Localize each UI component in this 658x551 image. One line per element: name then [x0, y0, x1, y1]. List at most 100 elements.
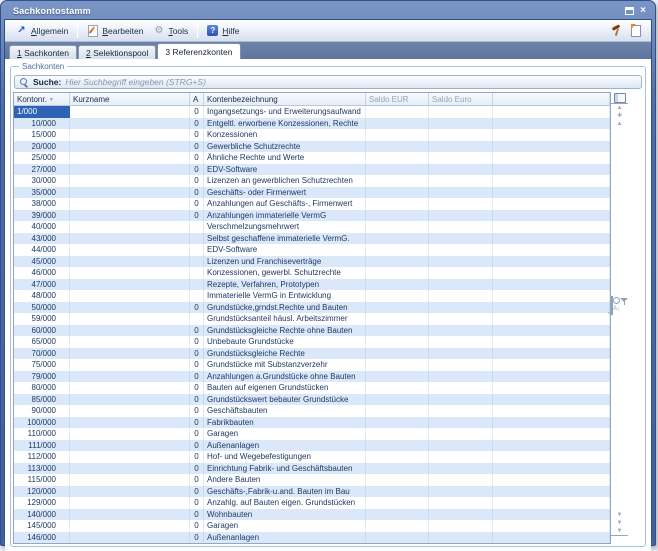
column-header-a[interactable]: A	[190, 93, 204, 105]
tab-sachkonten[interactable]: 1 Sachkonten	[9, 45, 77, 59]
cell-kontonr[interactable]: 140/000	[14, 508, 70, 520]
cell-kontonr[interactable]: 38/000	[14, 198, 70, 210]
cell-kontonr[interactable]: 50/000	[14, 301, 70, 313]
table-row[interactable]: 113/000 0 Einrichtung Fabrik- und Geschäft…	[14, 462, 610, 474]
restore-icon[interactable]	[625, 7, 635, 15]
table-row[interactable]: 60/000 0 Grundstücksgleiche Rechte ohne Ba…	[14, 324, 610, 336]
cell-kontonr[interactable]: 43/000	[14, 232, 70, 244]
table-row[interactable]: 47/000 Rezepte, Verfahren, Prototypen	[14, 278, 610, 290]
table-row[interactable]: 79/000 0 Anzahlungen a.Grundstücke ohne Ba…	[14, 370, 610, 382]
table-row[interactable]: 140/000 0 Wohnbauten	[14, 508, 610, 520]
cell-kontonr[interactable]: 47/000	[14, 278, 70, 290]
cell-kontonr[interactable]: 27/000	[14, 163, 70, 175]
new-document-icon[interactable]	[631, 23, 641, 37]
cell-kontonr[interactable]: 60/000	[14, 324, 70, 336]
cell-kontonr[interactable]: 1/000	[14, 106, 70, 118]
cell-kontonr[interactable]: 120/000	[14, 485, 70, 497]
tools-button[interactable]: Tools	[148, 23, 193, 38]
table-row[interactable]: 43/000 Selbst geschaffene immaterielle Ve…	[14, 232, 610, 244]
cell-kontonr[interactable]: 45/000	[14, 255, 70, 267]
cell-kontonr[interactable]: 65/000	[14, 336, 70, 348]
cell-kontonr[interactable]: 35/000	[14, 186, 70, 198]
table-row[interactable]: 115/000 0 Andere Bauten	[14, 474, 610, 486]
cell-kontonr[interactable]: 15/000	[14, 129, 70, 141]
cell-kontonr[interactable]: 115/000	[14, 474, 70, 486]
cell-kontonr[interactable]: 146/000	[14, 531, 70, 543]
title-bar[interactable]: Sachkontostamm ×	[4, 3, 652, 19]
cell-kontonr[interactable]: 59/000	[14, 313, 70, 325]
table-row[interactable]: 10/000 0 Entgeltl. erworbene Konzessionen,…	[14, 117, 610, 129]
table-row[interactable]: 30/000 0 Lizenzen an gewerblichen Schutzre…	[14, 175, 610, 187]
scroll-up-page-icon[interactable]: ▲	[611, 120, 628, 128]
column-chooser-icon[interactable]	[613, 93, 626, 103]
cell-kontonr[interactable]: 111/000	[14, 439, 70, 451]
scroll-down-page-icon[interactable]: ▼	[611, 519, 628, 527]
column-header-kurzname[interactable]: Kurzname	[70, 93, 190, 105]
cell-kontonr[interactable]: 30/000	[14, 175, 70, 187]
cell-kontonr[interactable]: 90/000	[14, 405, 70, 417]
table-row[interactable]: 85/000 0 Grundstückswert bebauter Grundstü…	[14, 393, 610, 405]
tab-referenzkonten[interactable]: 3 Referenzkonten	[157, 43, 241, 59]
scroll-bottom-icon[interactable]: ▼	[611, 527, 628, 536]
table-row[interactable]: 20/000 0 Gewerbliche Schutzrechte	[14, 140, 610, 152]
cell-kontonr[interactable]: 10/000	[14, 117, 70, 129]
cell-kontonr[interactable]: 48/000	[14, 290, 70, 302]
cell-kontonr[interactable]: 145/000	[14, 520, 70, 532]
table-row[interactable]: 25/000 0 Ähnliche Rechte und Werte	[14, 152, 610, 164]
column-header-kontonr-[interactable]: Kontonr. ▼	[14, 93, 70, 105]
cell-kontonr[interactable]: 40/000	[14, 221, 70, 233]
table-row[interactable]: 100/000 0 Fabrikbauten	[14, 416, 610, 428]
cell-kontonr[interactable]: 20/000	[14, 140, 70, 152]
table-row[interactable]: 65/000 0 Unbebaute Grundstücke	[14, 336, 610, 348]
table-row[interactable]: 40/000 Verschmelzungsmehrwert	[14, 221, 610, 233]
cell-kontonr[interactable]: 100/000	[14, 416, 70, 428]
table-row[interactable]: 50/000 0 Grundstücke,grndst.Rechte und Bau…	[14, 301, 610, 313]
allgemein-button[interactable]: Allgemein	[11, 23, 73, 38]
table-row[interactable]: 111/000 0 Außenanlagen	[14, 439, 610, 451]
table-row[interactable]: 48/000 Immaterielle VermG in Entwicklung	[14, 290, 610, 302]
scroll-down-icon[interactable]: ▼	[611, 511, 628, 519]
bearbeiten-button[interactable]: Bearbeiten	[82, 23, 148, 38]
table-row[interactable]: 44/000 EDV-Software	[14, 244, 610, 256]
table-row[interactable]: 75/000 0 Grundstücke mit Substanzverzehr	[14, 359, 610, 371]
cell-kontonr[interactable]: 80/000	[14, 382, 70, 394]
scroll-up-icon[interactable]: ✚	[611, 112, 628, 120]
table-row[interactable]: 59/000 Grundstücksanteil häusl. Arbeitszi…	[14, 313, 610, 325]
table-row[interactable]: 146/000 0 Außenanlagen	[14, 531, 610, 543]
scroll-top-icon[interactable]: ▲	[611, 103, 628, 112]
tab-selektionspool[interactable]: 2 Selektionspool	[78, 45, 157, 59]
column-header-saldo-euro[interactable]: Saldo Euro	[429, 93, 493, 105]
table-row[interactable]: 110/000 0 Garagen	[14, 428, 610, 440]
cell-kontonr[interactable]: 44/000	[14, 244, 70, 256]
table-row[interactable]: 46/000 Konzessionen, gewerbl. Schutzrecht…	[14, 267, 610, 279]
column-header-saldo-eur[interactable]: Saldo EUR	[366, 93, 429, 105]
table-row[interactable]: 80/000 0 Bauten auf eigenen Grundstücken	[14, 382, 610, 394]
close-icon[interactable]: ×	[640, 6, 646, 16]
cell-kontonr[interactable]: 85/000	[14, 393, 70, 405]
cell-kontonr[interactable]: 25/000	[14, 152, 70, 164]
cell-kontonr[interactable]: 113/000	[14, 462, 70, 474]
table-row[interactable]: 129/000 0 Anzahlg. auf Bauten eigen. Grund…	[14, 497, 610, 509]
table-row[interactable]: 112/000 0 Hof- und Wegebefestigungen	[14, 451, 610, 463]
cell-kontonr[interactable]: 46/000	[14, 267, 70, 279]
cell-kontonr[interactable]: 129/000	[14, 497, 70, 509]
cell-kontonr[interactable]: 39/000	[14, 209, 70, 221]
table-row[interactable]: 39/000 0 Anzahlungen immaterielle VermG	[14, 209, 610, 221]
column-header-extra[interactable]	[493, 93, 610, 105]
table-row[interactable]: 90/000 0 Geschäftsbauten	[14, 405, 610, 417]
table-row[interactable]: 45/000 Lizenzen und Franchiseverträge	[14, 255, 610, 267]
cell-kontonr[interactable]: 70/000	[14, 347, 70, 359]
table-row[interactable]: 120/000 0 Geschäfts-,Fabrik-u.and. Bauten …	[14, 485, 610, 497]
hilfe-button[interactable]: Hilfe	[202, 23, 244, 38]
table-row[interactable]: 15/000 0 Konzessionen	[14, 129, 610, 141]
cell-kontonr[interactable]: 79/000	[14, 370, 70, 382]
cell-kontonr[interactable]: 75/000	[14, 359, 70, 371]
hammer-icon[interactable]	[610, 25, 622, 37]
table-row[interactable]: 35/000 0 Geschäfts- oder Firmenwert	[14, 186, 610, 198]
cell-kontonr[interactable]: 112/000	[14, 451, 70, 463]
column-header-kontenbezeichnung[interactable]: Kontenbezeichnung	[204, 93, 366, 105]
table-row[interactable]: 70/000 0 Grundstücksgleiche Rechte	[14, 347, 610, 359]
table-row[interactable]: 1/000 0 Ingangsetzungs- und Erweiterungsau…	[14, 106, 610, 118]
table-row[interactable]: 145/000 0 Garagen	[14, 520, 610, 532]
table-row[interactable]: 38/000 0 Anzahlungen auf Geschäfts-, Firme…	[14, 198, 610, 210]
